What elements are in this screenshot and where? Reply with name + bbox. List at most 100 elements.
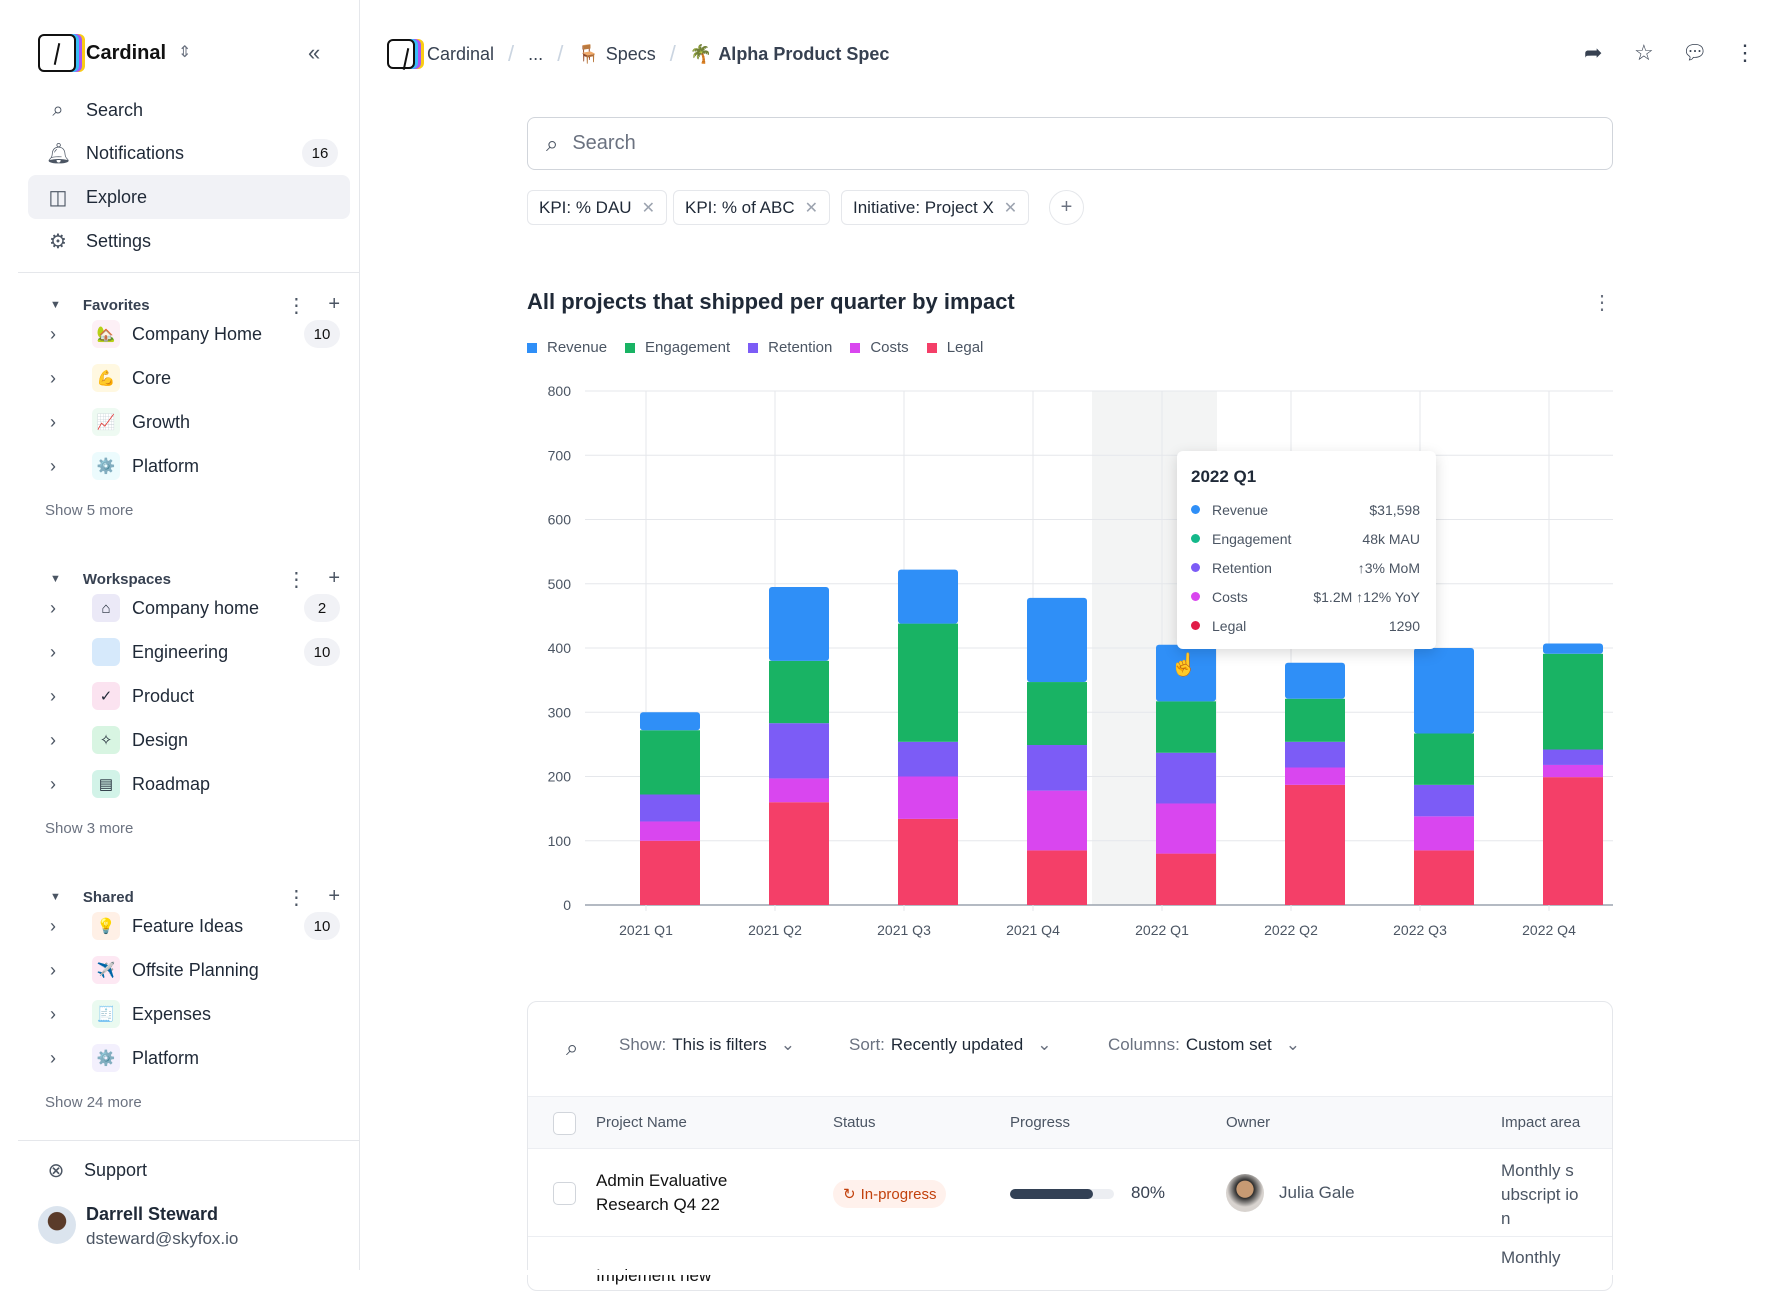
chevron-right-icon[interactable]: ›	[50, 1048, 64, 1069]
comment-icon[interactable]: 💬︎	[1682, 40, 1707, 65]
project-name[interactable]: Admin Evaluative Research Q4 22	[596, 1169, 756, 1217]
label: Sort:	[849, 1035, 885, 1054]
sidebar-item[interactable]: › 💡 Feature Ideas 10	[50, 906, 340, 946]
chevron-right-icon[interactable]: ›	[50, 368, 64, 389]
sidebar-item[interactable]: › 🧾 Expenses	[50, 994, 340, 1034]
row-checkbox[interactable]	[553, 1182, 576, 1205]
sort-dropdown[interactable]: Sort: Recently updated ⌄	[849, 1035, 1051, 1055]
columns-dropdown[interactable]: Columns: Custom set ⌄	[1108, 1035, 1300, 1055]
chevron-right-icon[interactable]: ›	[50, 686, 64, 707]
breadcrumb-cardinal[interactable]: Cardinal	[427, 44, 494, 65]
tooltip-row: Costs $1.2M ↑12% YoY	[1191, 582, 1420, 611]
close-icon[interactable]: ✕	[642, 198, 655, 218]
sidebar-item[interactable]: › 💪 Core	[50, 358, 340, 398]
sidebar-item[interactable]: › ⌂ Company home 2	[50, 588, 340, 628]
bar-segment-legal	[1027, 850, 1087, 905]
column-header[interactable]: Project Name	[596, 1114, 687, 1131]
separator: /	[508, 41, 515, 66]
show-more-link[interactable]: Show 24 more	[45, 1094, 142, 1111]
chevron-right-icon[interactable]: ›	[50, 960, 64, 981]
table-row[interactable]: Admin Evaluative Research Q4 22 ↻ In-prog…	[528, 1149, 1612, 1237]
chevron-right-icon[interactable]: ›	[50, 916, 64, 937]
table-search-icon[interactable]: ⌕	[566, 1035, 578, 1061]
item-label: Design	[132, 729, 189, 750]
legend-label: Costs	[870, 339, 909, 356]
show-more-link[interactable]: Show 5 more	[45, 502, 133, 519]
tooltip-row: Revenue $31,598	[1191, 495, 1420, 524]
nav-search[interactable]: ⌕ Search	[28, 88, 350, 132]
chevron-right-icon[interactable]: ›	[50, 642, 64, 663]
caret-down-icon[interactable]: ▼	[50, 573, 61, 585]
y-tick-label: 300	[548, 704, 572, 720]
project-name[interactable]: Implement new	[596, 1266, 711, 1286]
chevron-right-icon[interactable]: ›	[50, 1004, 64, 1025]
chevron-right-icon[interactable]: ›	[50, 730, 64, 751]
sidebar-item[interactable]: › ⚙️ Platform	[50, 446, 340, 486]
show-filter-dropdown[interactable]: Show: This is filters ⌄	[619, 1035, 795, 1055]
breadcrumb-ellipsis[interactable]: ...	[528, 44, 543, 65]
more-icon[interactable]: ⋮	[1734, 40, 1756, 66]
legend-item[interactable]: Engagement	[625, 339, 730, 356]
sidebar-item[interactable]: › Engineering 10	[50, 632, 340, 672]
collapse-sidebar-icon[interactable]: «	[308, 40, 320, 66]
chevron-right-icon[interactable]: ›	[50, 324, 64, 345]
show-more-link[interactable]: Show 3 more	[45, 820, 133, 837]
nav-label: Support	[84, 1159, 148, 1180]
chevron-right-icon[interactable]: ›	[50, 412, 64, 433]
column-header[interactable]: Owner	[1226, 1114, 1270, 1131]
x-tick-label: 2021 Q4	[1006, 922, 1060, 938]
legend-label: Legal	[946, 339, 984, 356]
breadcrumb-current[interactable]: Alpha Product Spec	[718, 44, 889, 65]
workspace-switcher-icon[interactable]: ⇕	[178, 42, 191, 62]
legend-swatch	[748, 343, 759, 353]
bar-segment-revenue	[1027, 597, 1087, 683]
workspace-name[interactable]: Cardinal	[86, 42, 166, 65]
sidebar-item[interactable]: › 📈 Growth	[50, 402, 340, 442]
legend-item[interactable]: Revenue	[527, 339, 607, 356]
bar-segment-legal	[1543, 777, 1603, 905]
sidebar-item[interactable]: › ✧ Design	[50, 720, 340, 760]
sidebar-item[interactable]: › ⚙️ Platform	[50, 1038, 340, 1078]
breadcrumb-specs[interactable]: Specs	[606, 44, 656, 65]
legend-item[interactable]: Legal	[926, 339, 984, 356]
item-icon: ✧	[92, 726, 120, 754]
legend-item[interactable]: Retention	[748, 339, 832, 356]
add-filter-button[interactable]: +	[1049, 190, 1084, 225]
search-input[interactable]: ⌕ Search	[527, 117, 1613, 170]
chart-legend: Revenue Engagement Retention Costs Legal	[527, 339, 983, 356]
y-tick-label: 200	[548, 769, 572, 785]
column-header[interactable]: Progress	[1010, 1114, 1070, 1131]
x-tick-label: 2021 Q1	[619, 922, 673, 938]
column-header[interactable]: Impact area	[1501, 1114, 1580, 1131]
filter-chip[interactable]: Initiative: Project X ✕	[841, 190, 1030, 225]
chevron-right-icon[interactable]: ›	[50, 598, 64, 619]
caret-down-icon[interactable]: ▼	[50, 891, 61, 903]
filter-chip[interactable]: KPI: % DAU ✕	[527, 190, 667, 225]
nav-explore[interactable]: ◫ Explore	[28, 175, 350, 219]
bar-segment-legal	[898, 818, 958, 905]
table-row[interactable]: Implement new Monthly	[528, 1238, 1612, 1290]
sidebar-item[interactable]: › ✈️ Offsite Planning	[50, 950, 340, 990]
chevron-right-icon[interactable]: ›	[50, 774, 64, 795]
chevron-right-icon[interactable]: ›	[50, 456, 64, 477]
caret-down-icon[interactable]: ▼	[50, 299, 61, 311]
nav-settings[interactable]: ⚙ Settings	[28, 219, 350, 263]
sidebar-item[interactable]: › ✓ Product	[50, 676, 340, 716]
series-name: Retention	[1212, 559, 1272, 576]
column-header[interactable]: Status	[833, 1114, 876, 1131]
close-icon[interactable]: ✕	[805, 198, 818, 218]
select-all-checkbox[interactable]	[553, 1112, 576, 1135]
nav-notifications[interactable]: 🔔︎ Notifications 16	[28, 131, 350, 175]
filter-chip[interactable]: KPI: % of ABC ✕	[673, 190, 831, 225]
sidebar-item[interactable]: › ▤ Roadmap	[50, 764, 340, 804]
share-icon[interactable]: ➦	[1584, 40, 1602, 66]
item-icon: 💪	[92, 364, 120, 392]
nav-support[interactable]: ⊗ Support	[28, 1148, 350, 1192]
close-icon[interactable]: ✕	[1004, 198, 1017, 218]
chart-menu-icon[interactable]: ⋮	[1592, 290, 1612, 315]
x-tick-label: 2022 Q4	[1522, 922, 1576, 938]
user-avatar[interactable]	[38, 1206, 76, 1244]
legend-item[interactable]: Costs	[850, 339, 909, 356]
sidebar-item[interactable]: › 🏡 Company Home 10	[50, 314, 340, 354]
star-icon[interactable]: ☆	[1634, 40, 1654, 66]
